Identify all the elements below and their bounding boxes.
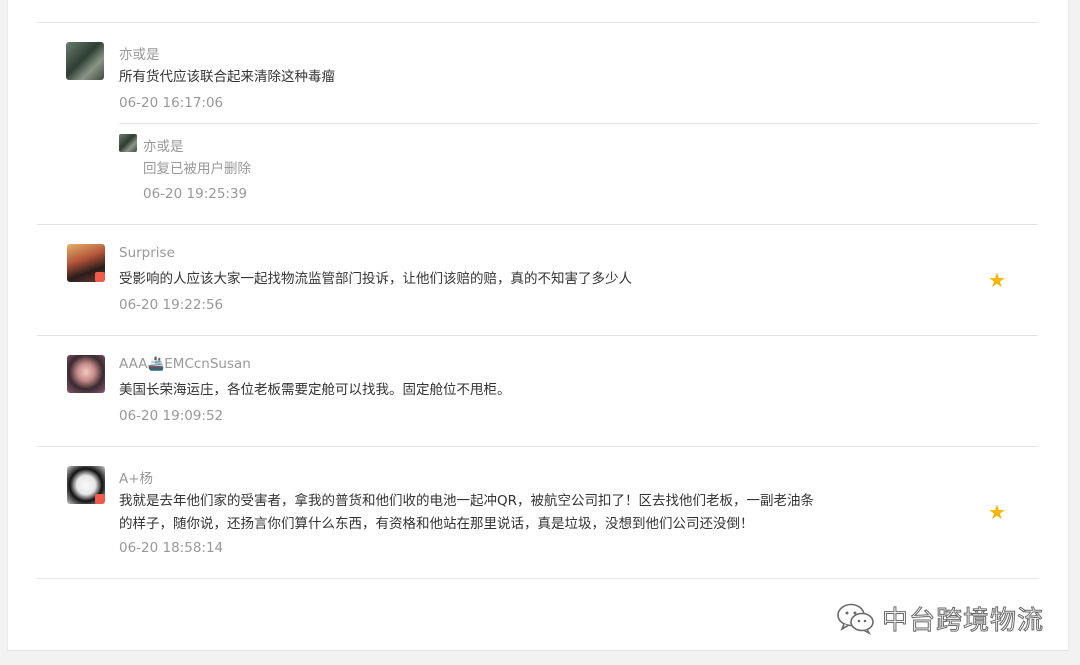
reply-time: 06-20 19:25:39 <box>143 186 247 202</box>
comment-author[interactable]: 亦或是 <box>119 43 160 63</box>
comment-text: 我就是去年他们家的受害者，拿我的普货和他们收的电池一起冲QR，被航空公司扣了！区… <box>119 490 819 536</box>
avatar[interactable] <box>67 244 105 282</box>
star-icon[interactable]: ★ <box>988 502 1006 522</box>
reply-text: 回复已被用户删除 <box>143 158 743 181</box>
reply-author[interactable]: 亦或是 <box>143 135 184 155</box>
avatar[interactable] <box>67 355 105 393</box>
divider <box>37 446 1038 447</box>
badge-icon <box>95 272 105 282</box>
watermark-text: 中台跨境物流 <box>882 600 1044 637</box>
comment-text: 所有货代应该联合起来清除这种毒瘤 <box>119 66 819 89</box>
divider <box>37 335 1038 336</box>
watermark: 中台跨境物流 <box>836 598 1044 638</box>
divider <box>37 22 1038 23</box>
star-icon[interactable]: ★ <box>988 270 1006 290</box>
avatar[interactable] <box>66 42 104 80</box>
avatar[interactable] <box>67 466 105 504</box>
reply-avatar[interactable] <box>119 134 137 152</box>
comment-time: 06-20 16:17:06 <box>119 95 223 111</box>
comment-author[interactable]: Surprise <box>119 245 175 261</box>
comment-text: 受影响的人应该大家一起找物流监管部门投诉，让他们该赔的赔，真的不知害了多少人 <box>119 268 819 291</box>
divider <box>37 224 1038 225</box>
comment-time: 06-20 18:58:14 <box>119 540 223 556</box>
badge-icon <box>95 494 105 504</box>
comment-text: 美国长荣海运庄，各位老板需要定舱可以找我。固定舱位不甩柜。 <box>119 379 819 402</box>
wechat-icon <box>836 601 876 635</box>
divider <box>37 578 1038 579</box>
comment-time: 06-20 19:09:52 <box>119 408 223 424</box>
comment-author[interactable]: A+杨 <box>119 467 153 487</box>
comment-author[interactable]: AAA🚢EMCcnSusan <box>119 356 251 372</box>
comment-time: 06-20 19:22:56 <box>119 297 223 313</box>
reply-divider <box>119 123 1038 124</box>
